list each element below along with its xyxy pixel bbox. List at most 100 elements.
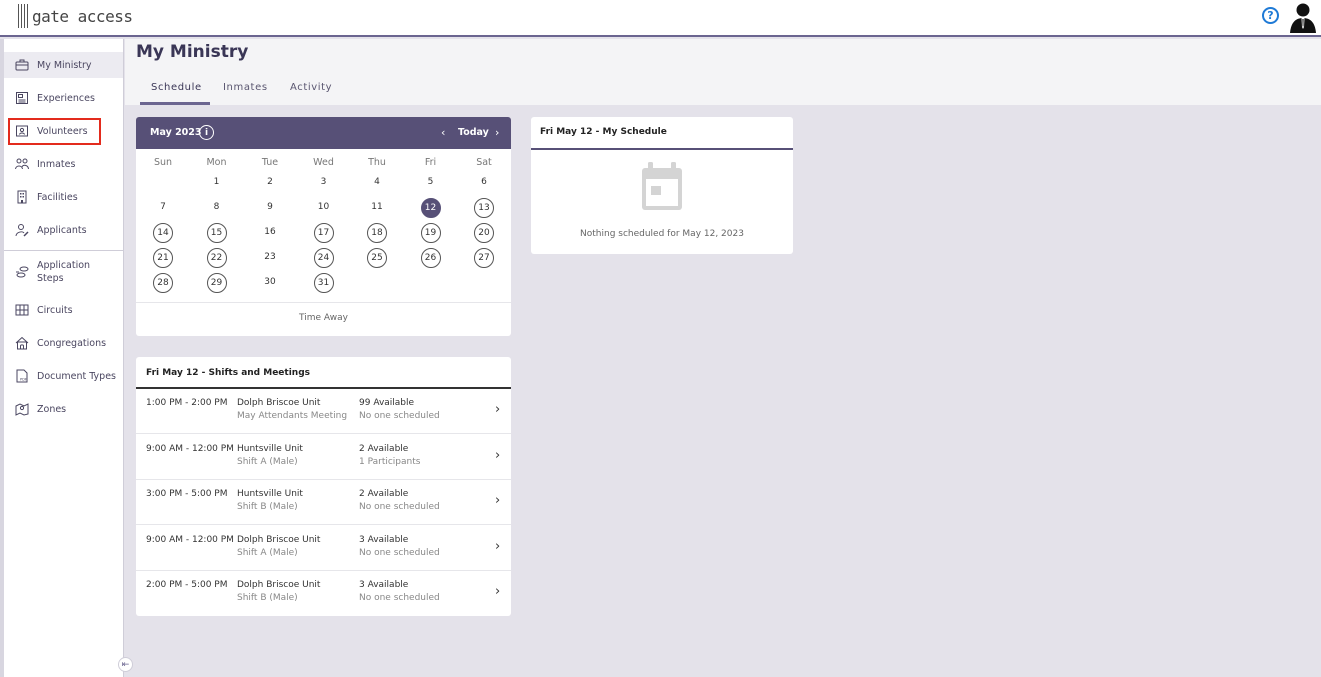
calendar-day[interactable]: 26 <box>420 248 441 268</box>
shift-subtitle: May Attendants Meeting <box>237 411 348 421</box>
sidebar-item-label: My Ministry <box>37 59 92 71</box>
chevron-right-icon[interactable]: › <box>495 539 500 554</box>
calendar-day[interactable]: 25 <box>367 248 387 268</box>
svg-text:PDF: PDF <box>20 378 27 382</box>
top-bar: gate access ? <box>0 0 1321 37</box>
calendar-day[interactable]: 22 <box>206 248 227 268</box>
app-logo[interactable]: gate access <box>18 4 133 28</box>
user-edit-icon <box>15 224 29 237</box>
sidebar-item-applicants[interactable]: Applicants <box>4 217 123 243</box>
calendar-day[interactable]: 7 <box>153 198 173 218</box>
next-month-icon[interactable]: › <box>495 126 499 139</box>
help-icon[interactable]: ? <box>1262 7 1279 24</box>
chevron-right-icon[interactable]: › <box>495 448 500 463</box>
shifts-card: Fri May 12 - Shifts and Meetings 1:00 PM… <box>136 357 511 616</box>
shift-available: 2 Available <box>359 443 409 454</box>
my-schedule-divider <box>531 148 793 150</box>
shift-participants: No one scheduled <box>359 547 440 558</box>
calendar-day[interactable]: 29 <box>206 273 227 293</box>
calendar-day[interactable]: 8 <box>207 198 227 218</box>
info-icon[interactable]: i <box>199 125 214 140</box>
shift-unit: Dolph Briscoe Unit <box>237 398 321 408</box>
calendar-day[interactable]: 13 <box>474 198 494 218</box>
time-away-link[interactable]: Time Away <box>136 313 511 323</box>
calendar-day[interactable]: 20 <box>474 223 494 243</box>
sidebar-item-facilities[interactable]: Facilities <box>4 184 123 210</box>
calendar-day[interactable]: 30 <box>260 273 280 293</box>
calendar-day[interactable]: 24 <box>313 248 334 268</box>
sidebar-item-label: Experiences <box>37 92 95 104</box>
today-button[interactable]: Today <box>458 127 489 138</box>
calendar-day[interactable]: 9 <box>260 198 280 218</box>
chevron-right-icon[interactable]: › <box>495 402 500 417</box>
weekday-label: Fri <box>424 157 437 168</box>
calendar-day[interactable]: 18 <box>367 223 387 243</box>
calendar-day[interactable]: 28 <box>153 273 173 293</box>
chevron-right-icon[interactable]: › <box>495 584 500 599</box>
sidebar: My Ministry Experiences Volunteers Inmat… <box>0 39 124 677</box>
shift-subtitle: Shift A (Male) <box>237 456 298 467</box>
calendar-day[interactable]: 10 <box>314 198 334 218</box>
tab-inmates[interactable]: Inmates <box>223 82 268 93</box>
shift-unit: Huntsville Unit <box>237 489 303 500</box>
weekday-label: Sun <box>153 157 173 168</box>
tab-activity[interactable]: Activity <box>290 82 332 93</box>
calendar-day[interactable]: 1 <box>207 173 227 193</box>
calendar-day[interactable]: 2 <box>260 173 280 193</box>
newspaper-icon <box>16 92 28 104</box>
user-avatar-icon[interactable] <box>1288 1 1318 33</box>
shift-time: 9:00 AM - 12:00 PM <box>146 443 234 454</box>
calendar-day[interactable]: 31 <box>313 273 334 293</box>
sidebar-item-label: Congregations <box>37 337 107 349</box>
collapse-sidebar-icon[interactable]: ⇤ <box>118 657 133 672</box>
calendar-day[interactable]: 11 <box>367 198 387 218</box>
people-icon <box>15 158 29 170</box>
building-icon <box>17 190 27 204</box>
sidebar-item-congregations[interactable]: Congregations <box>4 330 123 356</box>
shift-available: 3 Available <box>359 580 409 591</box>
calendar-day[interactable]: 12 <box>420 198 441 218</box>
sidebar-item-my-ministry[interactable]: My Ministry <box>4 52 123 78</box>
sidebar-item-label: Circuits <box>37 304 73 316</box>
sidebar-item-document-types[interactable]: PDF Document Types <box>4 363 123 389</box>
calendar-day[interactable]: 15 <box>206 223 227 243</box>
weekday-label: Wed <box>313 157 334 168</box>
prev-month-icon[interactable]: ‹ <box>441 126 445 139</box>
shift-time: 2:00 PM - 5:00 PM <box>146 580 228 591</box>
calendar-day[interactable]: 19 <box>420 223 441 243</box>
calendar-month-label: May 2023 <box>150 127 202 138</box>
calendar-day[interactable]: 27 <box>474 248 494 268</box>
sidebar-item-label-line1: Application <box>37 260 91 271</box>
sidebar-item-inmates[interactable]: Inmates <box>4 151 123 177</box>
calendar-day[interactable]: 6 <box>474 173 494 193</box>
active-tab-indicator <box>140 102 210 105</box>
shift-row[interactable]: 9:00 AM - 12:00 PM Huntsville Unit Shift A… <box>136 434 511 480</box>
calendar-day[interactable]: 23 <box>260 248 280 268</box>
sidebar-item-zones[interactable]: Zones <box>4 396 123 422</box>
page-title: My Ministry <box>136 42 249 62</box>
shift-row[interactable]: 1:00 PM - 2:00 PM Dolph Briscoe Unit May A… <box>136 388 511 434</box>
calendar-day[interactable]: 14 <box>153 223 173 243</box>
brand-name: gate access <box>32 6 133 26</box>
calendar-day[interactable]: 16 <box>260 223 280 243</box>
church-icon <box>15 336 29 350</box>
calendar-day[interactable]: 4 <box>367 173 387 193</box>
shift-row[interactable]: 9:00 AM - 12:00 PM Dolph Briscoe Unit Shif… <box>136 525 511 571</box>
shift-row[interactable]: 2:00 PM - 5:00 PM Dolph Briscoe Unit Shift… <box>136 570 511 616</box>
shift-row[interactable]: 3:00 PM - 5:00 PM Huntsville Unit Shift B … <box>136 479 511 526</box>
calendar-day[interactable]: 5 <box>421 173 441 193</box>
chevron-right-icon[interactable]: › <box>495 493 500 508</box>
shift-available: 3 Available <box>359 534 409 545</box>
sidebar-item-circuits[interactable]: Circuits <box>4 297 123 323</box>
tab-schedule[interactable]: Schedule <box>151 82 202 93</box>
calendar-day[interactable]: 3 <box>314 173 334 193</box>
calendar-day[interactable]: 21 <box>153 248 173 268</box>
shift-participants: No one scheduled <box>359 502 440 513</box>
sidebar-item-application-steps[interactable]: Application Steps <box>4 257 123 287</box>
calendar-day[interactable]: 17 <box>313 223 334 243</box>
sidebar-item-label: Application Steps <box>37 259 90 285</box>
page-header: My Ministry Schedule Inmates Activity <box>125 39 1321 105</box>
sidebar-item-experiences[interactable]: Experiences <box>4 85 123 111</box>
map-grid-icon <box>15 304 29 316</box>
empty-schedule-text: Nothing scheduled for May 12, 2023 <box>580 229 744 239</box>
